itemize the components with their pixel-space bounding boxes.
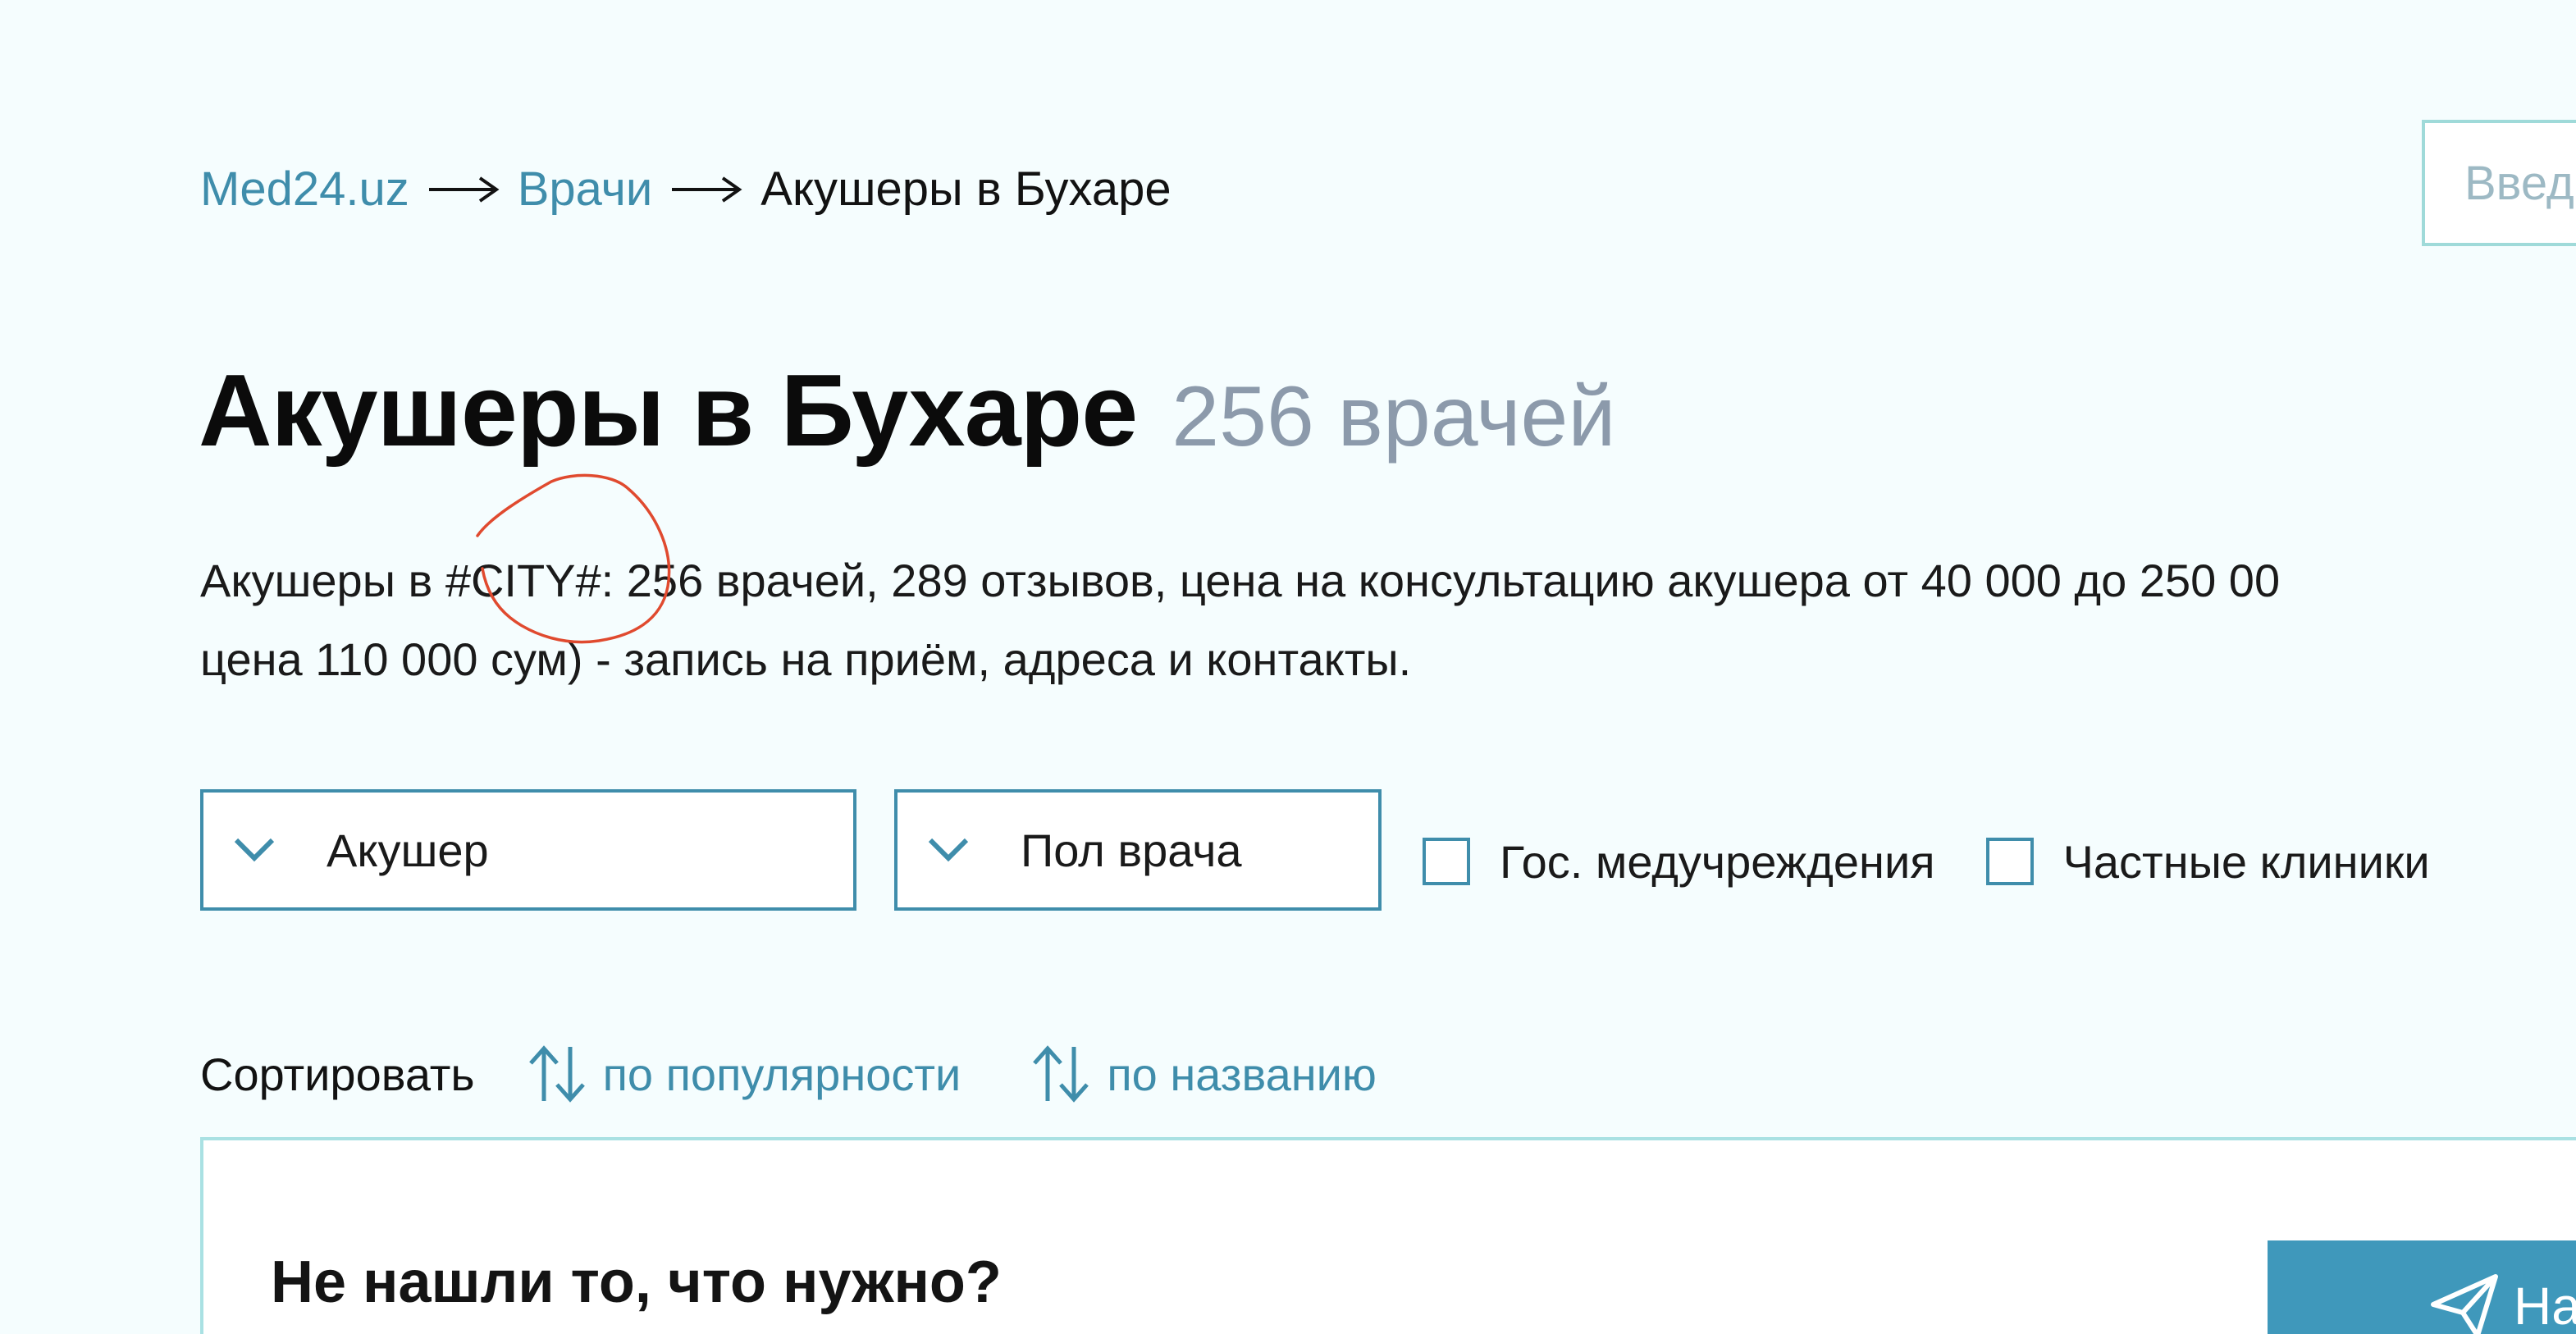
sort-arrows-icon	[528, 1045, 585, 1103]
chevron-down-icon	[234, 838, 275, 862]
long-arrow-right-icon	[672, 176, 742, 203]
breadcrumb-link-doctors[interactable]: Врачи	[518, 161, 653, 218]
page-description: Акушеры в #CITY#: 256 врачей, 289 отзыво…	[200, 541, 2280, 699]
sort-by-name[interactable]: по названию	[1030, 1044, 1377, 1104]
title-row: Акушеры в Бухаре 256 врачей	[199, 353, 1615, 469]
chevron-down-icon	[928, 838, 969, 862]
paper-plane-icon	[2431, 1274, 2498, 1334]
private-clinics-checkbox-box[interactable]	[1985, 838, 2034, 885]
sort-label: Сортировать	[200, 1048, 475, 1100]
gender-select[interactable]: Пол врача	[894, 789, 1382, 911]
gov-clinics-label: Гос. медучреждения	[1500, 835, 1935, 888]
search-input[interactable]	[2425, 154, 2576, 212]
description-line-2: цена 110 000 сум) - запись на приём, адр…	[200, 633, 1412, 685]
breadcrumb: Med24.uz Врачи Акушеры в Бухаре	[200, 161, 1172, 218]
gov-clinics-checkbox[interactable]: Гос. медучреждения	[1423, 835, 1935, 889]
specialty-select-value: Акушер	[327, 824, 489, 876]
search-box	[2422, 120, 2576, 246]
private-clinics-label: Частные клиники	[2062, 835, 2430, 888]
sort-by-popularity[interactable]: по популярности	[526, 1044, 961, 1104]
breadcrumb-link-home[interactable]: Med24.uz	[200, 161, 409, 218]
not-found-card: Не нашли то, что нужно?	[200, 1137, 2576, 1334]
long-arrow-right-icon	[428, 176, 500, 203]
doctor-count: 256 врачей	[1172, 369, 1616, 464]
page: Med24.uz Врачи Акушеры в Бухаре Акушеры …	[0, 0, 2576, 1334]
gov-clinics-checkbox-box[interactable]	[1423, 838, 1470, 885]
contact-button-label: На	[2514, 1277, 2576, 1334]
description-line-1: Акушеры в #CITY#: 256 врачей, 289 отзыво…	[200, 555, 2281, 606]
gender-select-value: Пол врача	[1021, 824, 1242, 876]
filters-bar: Акушер Пол врача Гос. медучреждения Част…	[200, 789, 2430, 911]
private-clinics-checkbox[interactable]: Частные клиники	[1985, 835, 2430, 889]
breadcrumb-current: Акушеры в Бухаре	[760, 162, 1172, 216]
sort-bar: Сортировать по популярности по названию	[200, 1044, 1377, 1104]
sort-arrows-icon	[1033, 1045, 1089, 1103]
sort-by-popularity-label: по популярности	[602, 1048, 961, 1100]
page-title: Акушеры в Бухаре	[199, 354, 1138, 468]
not-found-title: Не нашли то, что нужно?	[271, 1249, 1002, 1315]
sort-by-name-label: по названию	[1107, 1048, 1377, 1100]
contact-button[interactable]: На	[2268, 1240, 2576, 1334]
specialty-select[interactable]: Акушер	[200, 789, 856, 911]
